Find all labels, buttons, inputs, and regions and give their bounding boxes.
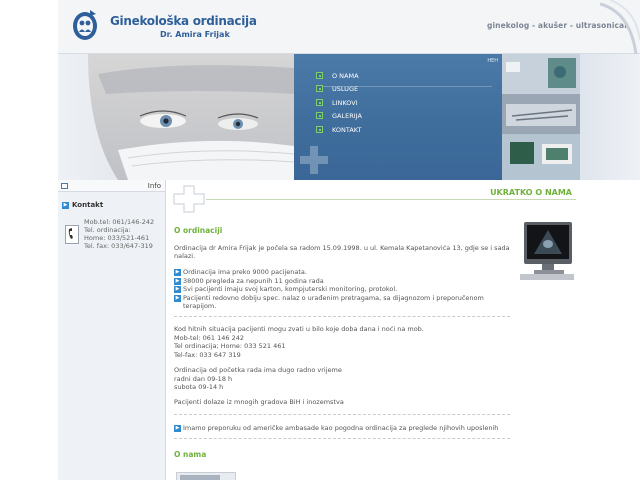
sidebar-info-bar[interactable]: Info bbox=[58, 180, 165, 192]
decorative-curve bbox=[600, 0, 640, 54]
list-item: ▶ Imamo preporuku od američke ambasade k… bbox=[174, 424, 534, 432]
main-content: UKRATKO O NAMA O ordinaciji Ordinacija d… bbox=[166, 180, 580, 480]
hours-line: subota 09-14 h bbox=[174, 383, 224, 391]
sidebar-info-label: Info bbox=[147, 182, 161, 190]
list-item: ▶ Pacijenti redovno dobiju spec. nalaz o… bbox=[174, 294, 514, 311]
list-item: ▶ Ordinacija ima preko 9000 pacijenata. bbox=[174, 268, 514, 276]
ultrasound-monitor-image bbox=[520, 222, 574, 280]
divider bbox=[174, 438, 510, 439]
divider bbox=[174, 316, 510, 317]
logo-icon bbox=[73, 10, 97, 40]
intro-paragraph: Ordinacija dr Amira Frijak je počela sa … bbox=[174, 244, 510, 261]
arrow-right-icon: ▶ bbox=[174, 269, 181, 276]
bullet-text: Svi pacijenti imaju svoj karton, kompjut… bbox=[183, 285, 398, 293]
list-item: ▶ 38000 pregleda za nepunih 11 godina ra… bbox=[174, 277, 514, 285]
hero-thumbnails bbox=[502, 54, 580, 180]
bullet-icon bbox=[316, 112, 323, 119]
phone-line: Tel-fax: 033 647 319 bbox=[174, 350, 241, 359]
hero-photo bbox=[58, 54, 294, 180]
list-item: ▶ Svi pacijenti imaju svoj karton, kompj… bbox=[174, 285, 514, 293]
contact-line: Tel. ordinacija: bbox=[84, 226, 131, 234]
divider bbox=[174, 414, 510, 415]
bullet-icon bbox=[316, 72, 323, 79]
telephone-icon bbox=[65, 225, 79, 244]
nav-item-galerija[interactable]: GALERIJA bbox=[316, 110, 362, 121]
section-title-o-nama: O nama bbox=[174, 450, 207, 459]
arrow-right-icon: ▶ bbox=[174, 425, 181, 432]
arrow-right-icon: ▶ bbox=[174, 277, 181, 285]
info-icon bbox=[61, 183, 68, 189]
kontakt-title: Kontakt bbox=[72, 201, 104, 209]
kontakt-heading: ▶ Kontakt bbox=[62, 201, 103, 209]
bullet-icon bbox=[316, 126, 323, 133]
phone-line: Mob-tel: 061 146 242 bbox=[174, 333, 245, 342]
medical-cross-icon bbox=[300, 146, 328, 174]
nav-item-linkovi[interactable]: LINKOVI bbox=[316, 97, 358, 108]
nav-item-label: KONTAKT bbox=[332, 125, 362, 134]
contact-line: Mob.tel: 061/146-242 bbox=[84, 218, 155, 226]
menu-corner-label: HEH bbox=[487, 58, 498, 64]
doctor-face-image bbox=[58, 54, 294, 180]
thumbnail-image[interactable] bbox=[176, 472, 236, 480]
hours-line: Ordinacija od početka rada ima dugo radn… bbox=[174, 366, 342, 374]
header: Ginekološka ordinacija Dr. Amira Frijak … bbox=[58, 0, 640, 54]
main-navigation: HEH O NAMA USLUGE LINKOVI GALERIJA KONTA… bbox=[294, 54, 502, 227]
bullet-text: Pacijenti redovno dobiju spec. nalaz o u… bbox=[183, 293, 484, 310]
nav-item-o-nama[interactable]: O NAMA bbox=[316, 70, 359, 81]
medical-cross-icon bbox=[173, 185, 205, 213]
contact-details: Mob.tel: 061/146-242 Tel. ordinacija: Ho… bbox=[84, 218, 154, 250]
arrow-right-icon: ▶ bbox=[62, 201, 69, 209]
section-title: O ordinaciji bbox=[174, 226, 223, 235]
nav-item-label: GALERIJA bbox=[332, 111, 362, 120]
right-gutter bbox=[580, 180, 640, 480]
nav-item-kontakt[interactable]: KONTAKT bbox=[316, 124, 362, 135]
bullet-text: Ordinacija ima preko 9000 pacijenata. bbox=[183, 268, 307, 276]
bullet-text: 38000 pregleda za nepunih 11 godina rada bbox=[183, 276, 324, 285]
contact-line: Tel. fax: 033/647-319 bbox=[84, 242, 153, 250]
arrow-right-icon: ▶ bbox=[174, 294, 181, 302]
sidebar: Info ▶ Kontakt Mob.tel: 061/146-242 Tel.… bbox=[58, 180, 166, 480]
nav-item-label: O NAMA bbox=[332, 71, 359, 80]
bullet-icon bbox=[316, 85, 323, 92]
page: Ginekološka ordinacija Dr. Amira Frijak … bbox=[0, 0, 640, 480]
phone-line: Tel ordinacija; Home: 033 521 461 bbox=[174, 342, 286, 350]
header-underline bbox=[206, 199, 576, 200]
site-title[interactable]: Ginekološka ordinacija bbox=[110, 14, 257, 28]
bullet-icon bbox=[316, 99, 323, 106]
site-subtitle: Dr. Amira Frijak bbox=[160, 30, 230, 39]
header-right-edge bbox=[580, 54, 640, 180]
nav-item-usluge[interactable]: USLUGE bbox=[316, 83, 358, 94]
hours-line: radni dan 09-18 h bbox=[174, 374, 233, 383]
clinic-thumbnails-image bbox=[502, 54, 580, 180]
contact-line: Home: 033/521-461 bbox=[84, 234, 150, 242]
recommendation-text: Imamo preporuku od američke ambasade kao… bbox=[183, 424, 499, 432]
nav-item-label: USLUGE bbox=[332, 84, 359, 93]
patients-text: Pacijenti dolaze iz mnogih gradova BiH i… bbox=[174, 398, 344, 406]
arrow-right-icon: ▶ bbox=[174, 286, 181, 293]
nav-item-label: LINKOVI bbox=[332, 98, 358, 107]
section-header: UKRATKO O NAMA bbox=[490, 188, 572, 197]
emergency-text: Kod hitnih situacija pacijenti mogu zvat… bbox=[174, 325, 424, 333]
